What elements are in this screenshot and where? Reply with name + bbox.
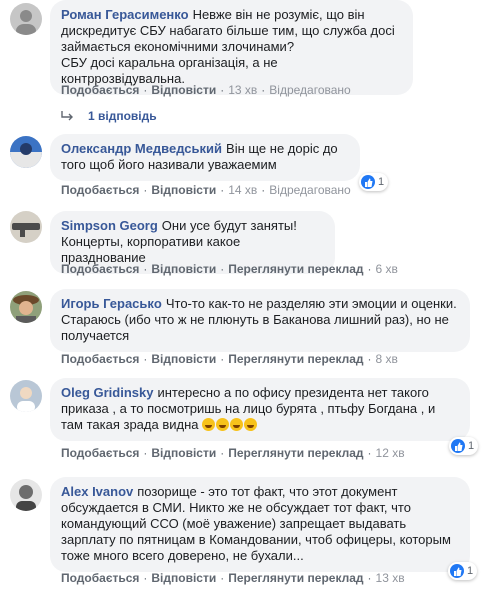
comment: Роман Герасименко Невже він не розуміє, щ… <box>0 0 502 123</box>
comment-author[interactable]: Simpson Georg <box>61 218 158 233</box>
avatar[interactable] <box>10 291 42 323</box>
reply-arrow-icon <box>61 111 73 121</box>
reaction-number: 1 <box>468 440 475 452</box>
avatar[interactable] <box>10 136 42 168</box>
reply-link[interactable]: Відповісти <box>151 571 216 585</box>
comment-bubble: Игорь Гераськo Что-то как-то не разделяю … <box>50 289 470 352</box>
like-icon <box>450 564 464 578</box>
reply-link[interactable]: Відповісти <box>151 352 216 366</box>
reply-link[interactable]: Відповісти <box>151 446 216 460</box>
reaction-number: 1 <box>467 565 474 577</box>
translate-link[interactable]: Переглянути переклад <box>228 352 363 366</box>
comment: Игорь Гераськo Что-то как-то не разделяю … <box>0 286 502 371</box>
like-link[interactable]: Подобається <box>61 262 139 276</box>
timestamp[interactable]: 13 хв <box>376 571 405 585</box>
comment-actions: Подобається · Відповісти · Переглянути перек… <box>61 571 405 585</box>
comment-author[interactable]: Alex Ivanov <box>61 484 133 499</box>
reply-link[interactable]: Відповісти <box>151 183 216 197</box>
comment-bubble: Роман Герасименко Невже він не розуміє, щ… <box>50 0 413 95</box>
like-icon <box>361 175 375 189</box>
comment-actions: Подобається · Відповісти · Переглянути перек… <box>61 262 398 276</box>
reaction-number: 1 <box>378 176 385 188</box>
timestamp[interactable]: 14 хв <box>228 183 257 197</box>
like-link[interactable]: Подобається <box>61 352 139 366</box>
timestamp[interactable]: 12 хв <box>376 446 405 460</box>
edited-label[interactable]: Відредаговано <box>269 183 350 197</box>
like-link[interactable]: Подобається <box>61 446 139 460</box>
reaction-count[interactable]: 1 <box>359 173 389 191</box>
comment: Oleg Gridinsky интересно а по офису прези… <box>0 375 502 465</box>
like-icon <box>451 439 465 453</box>
comment-actions: Подобається · Відповісти · Переглянути перек… <box>61 352 398 366</box>
translate-link[interactable]: Переглянути переклад <box>228 446 363 460</box>
timestamp[interactable]: 6 хв <box>376 262 398 276</box>
like-link[interactable]: Подобається <box>61 183 139 197</box>
comment-actions: Подобається · Відповісти · Переглянути перек… <box>61 446 405 460</box>
translate-link[interactable]: Переглянути переклад <box>228 571 363 585</box>
laughing-emoji-icon <box>202 417 258 432</box>
like-link[interactable]: Подобається <box>61 83 139 97</box>
avatar[interactable] <box>10 479 42 511</box>
avatar[interactable] <box>10 380 42 412</box>
timestamp[interactable]: 13 хв <box>228 83 257 97</box>
reply-link[interactable]: Відповісти <box>151 83 216 97</box>
translate-link[interactable]: Переглянути переклад <box>228 262 363 276</box>
comment: Олександр Медведський Він ще не доріс до … <box>0 131 502 197</box>
comment-author[interactable]: Роман Герасименко <box>61 7 189 22</box>
comment-actions: Подобається · Відповісти · 13 хв · Відредагова… <box>61 83 351 97</box>
avatar[interactable] <box>10 211 42 243</box>
comment-bubble: Alex Ivanov позорище - это тот факт, что … <box>50 477 470 572</box>
like-link[interactable]: Подобається <box>61 571 139 585</box>
comment-author[interactable]: Олександр Медведський <box>61 141 222 156</box>
comment: Alex Ivanov позорище - это тот факт, что … <box>0 474 502 598</box>
reaction-count[interactable]: 1 <box>449 437 479 455</box>
edited-label[interactable]: Відредаговано <box>269 83 350 97</box>
view-replies-link[interactable]: 1 відповідь <box>60 109 157 123</box>
avatar[interactable] <box>10 3 42 35</box>
comment-author[interactable]: Oleg Gridinsky <box>61 385 153 400</box>
replies-count[interactable]: 1 відповідь <box>88 109 157 123</box>
reaction-count[interactable]: 1 <box>448 562 478 580</box>
comment-bubble: Олександр Медведський Він ще не доріс до … <box>50 134 360 181</box>
timestamp[interactable]: 8 хв <box>376 352 398 366</box>
comment-author[interactable]: Игорь Гераськo <box>61 296 162 311</box>
comment-bubble: Oleg Gridinsky интересно а по офису прези… <box>50 378 470 441</box>
comment-actions: Подобається · Відповісти · 14 хв · Відредагова… <box>61 183 351 197</box>
reply-link[interactable]: Відповісти <box>151 262 216 276</box>
comment: Simpson Georg Они усе будут заняты! Конце… <box>0 207 502 277</box>
